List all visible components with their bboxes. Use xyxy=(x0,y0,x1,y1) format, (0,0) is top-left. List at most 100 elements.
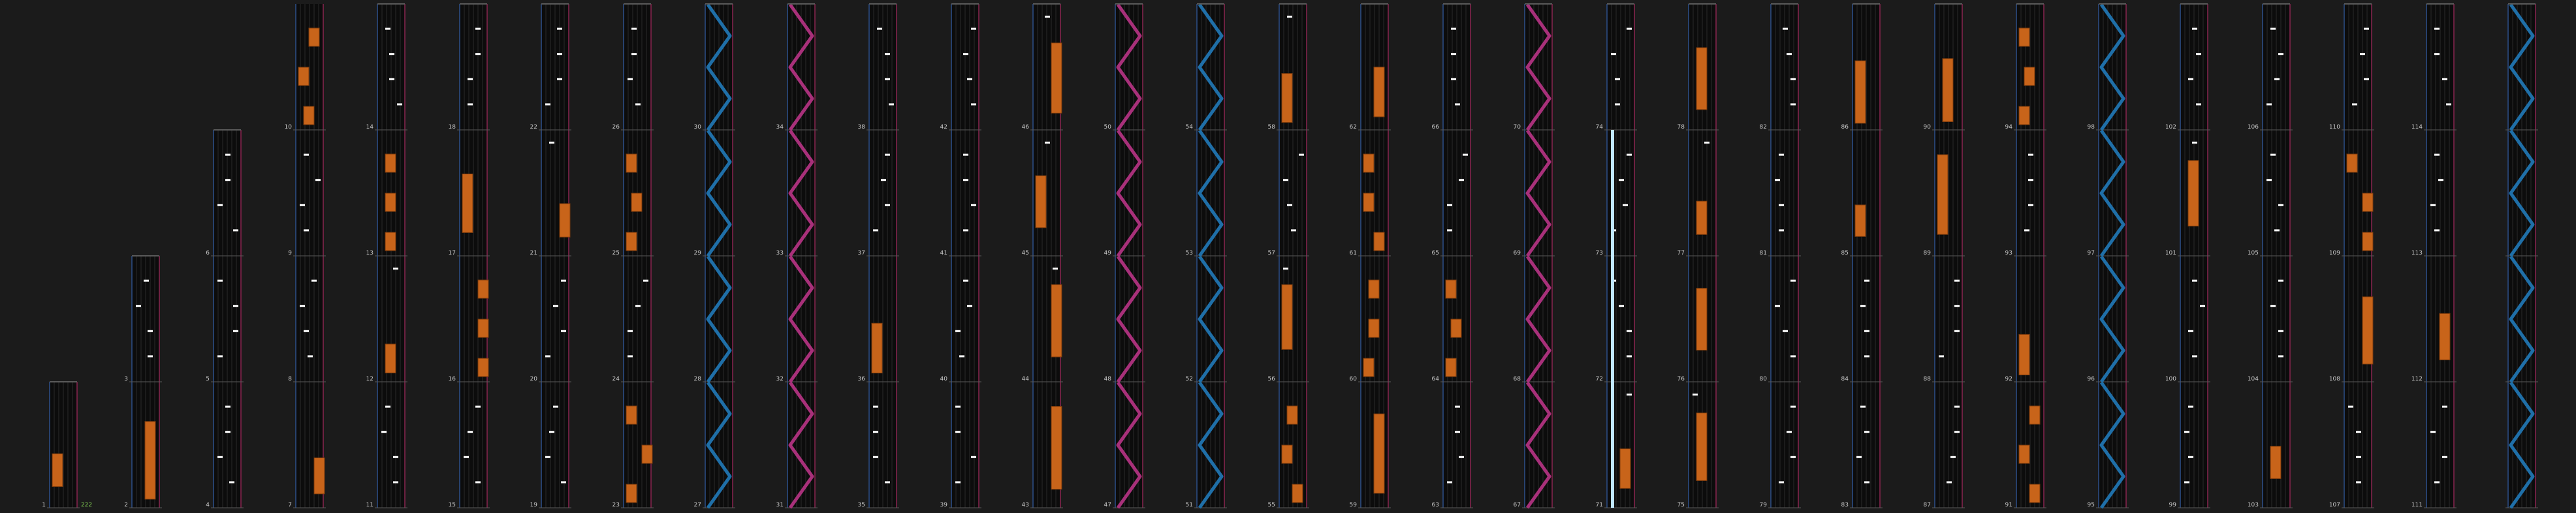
tap-note xyxy=(2442,405,2447,408)
measure-number: 104 xyxy=(2248,376,2259,382)
tap-note xyxy=(2192,355,2197,358)
measure-number: 105 xyxy=(2248,250,2259,256)
hold-note xyxy=(2439,313,2451,360)
playhead-marker[interactable] xyxy=(1611,130,1614,508)
tap-note xyxy=(233,229,238,232)
hold-note xyxy=(1854,204,1866,237)
tap-note xyxy=(2278,279,2283,282)
tap-note xyxy=(2430,204,2436,206)
tap-note xyxy=(1775,179,1780,181)
tap-note xyxy=(955,405,961,408)
measure-number: 67 xyxy=(1514,502,1521,508)
tap-note xyxy=(2266,103,2272,106)
tap-note xyxy=(561,481,566,484)
tap-note xyxy=(2188,456,2193,458)
tap-note xyxy=(2192,142,2197,144)
measure-number: 102 xyxy=(2165,124,2176,131)
tap-note xyxy=(557,27,562,30)
measure-number: 82 xyxy=(1760,124,1767,131)
tap-note xyxy=(549,142,554,144)
measure-number: 7 xyxy=(288,502,292,508)
hold-note xyxy=(559,203,571,238)
measure-number: 18 xyxy=(449,124,456,131)
hold-note xyxy=(1373,413,1385,494)
hold-note xyxy=(2362,232,2374,251)
hold-note xyxy=(631,193,643,212)
tap-note xyxy=(553,405,558,408)
tap-note xyxy=(468,78,473,80)
tap-note xyxy=(2352,103,2357,106)
hold-note xyxy=(641,444,653,464)
tap-note xyxy=(2348,405,2353,408)
measure-number: 1 xyxy=(42,502,46,508)
tap-note xyxy=(971,456,976,458)
measure-number: 15 xyxy=(449,502,456,508)
hold-note xyxy=(1363,153,1375,173)
tap-note xyxy=(1693,394,1698,396)
measure-number: 61 xyxy=(1350,250,1357,256)
tap-note xyxy=(225,153,231,156)
tap-note xyxy=(2278,204,2283,206)
tap-note xyxy=(475,481,481,484)
tap-note xyxy=(475,405,481,408)
measure-number: 91 xyxy=(2005,502,2012,508)
tap-note xyxy=(967,78,972,80)
measure-number: 42 xyxy=(940,124,947,131)
measure-number: 3 xyxy=(124,376,128,382)
tap-note xyxy=(1447,481,1452,484)
tap-note xyxy=(1615,78,1620,80)
tap-note xyxy=(144,279,149,282)
measure-number: 6 xyxy=(206,250,210,256)
hold-note xyxy=(52,453,63,488)
tap-note xyxy=(1045,16,1050,18)
hold-note xyxy=(626,153,637,173)
measure-number: 29 xyxy=(694,250,702,256)
tap-note xyxy=(1787,53,1792,55)
measure-number: 62 xyxy=(1350,124,1357,131)
measure-number: 110 xyxy=(2329,124,2340,131)
tap-note xyxy=(2360,53,2365,55)
measure-number: 14 xyxy=(366,124,374,131)
tap-note xyxy=(1299,153,1304,156)
tap-note xyxy=(1287,16,1292,18)
tap-note xyxy=(557,53,562,55)
hold-note xyxy=(1619,448,1631,489)
hold-note xyxy=(1942,58,1954,122)
measure-number: 13 xyxy=(366,250,374,256)
tap-note xyxy=(873,405,878,408)
measure-number: 4 xyxy=(206,502,210,508)
measure-number: 112 xyxy=(2411,376,2423,382)
tap-note xyxy=(1619,179,1624,181)
measure-number: 83 xyxy=(1841,502,1849,508)
tap-note xyxy=(381,431,387,433)
measure-number: 8 xyxy=(288,376,292,382)
tap-note xyxy=(468,103,473,106)
tap-note xyxy=(635,305,641,307)
tap-note xyxy=(955,431,961,433)
measure-number: 25 xyxy=(612,250,620,256)
tap-note xyxy=(225,405,231,408)
tap-note xyxy=(2274,78,2280,80)
hold-note xyxy=(626,232,637,251)
tap-note xyxy=(2278,330,2283,332)
hold-note xyxy=(1937,154,1948,235)
tap-note xyxy=(631,53,637,55)
hold-note xyxy=(385,343,396,373)
tap-note xyxy=(1619,305,1624,307)
tap-note xyxy=(393,481,398,484)
hold-note xyxy=(313,457,325,495)
tap-note xyxy=(1954,279,1960,282)
measure-number: 64 xyxy=(1432,376,1440,382)
tap-note xyxy=(136,305,141,307)
measure-number: 55 xyxy=(1268,502,1275,508)
measure-number: 19 xyxy=(530,502,538,508)
tap-note xyxy=(1615,103,1620,106)
tap-note xyxy=(1954,330,1960,332)
tap-note xyxy=(2356,481,2361,484)
measure-number: 56 xyxy=(1268,376,1276,382)
measure-number: 27 xyxy=(694,502,701,508)
tap-note xyxy=(2188,78,2193,80)
bpm-label: 222 xyxy=(81,502,92,508)
tap-note xyxy=(2364,27,2369,30)
tap-note xyxy=(1947,481,1952,484)
